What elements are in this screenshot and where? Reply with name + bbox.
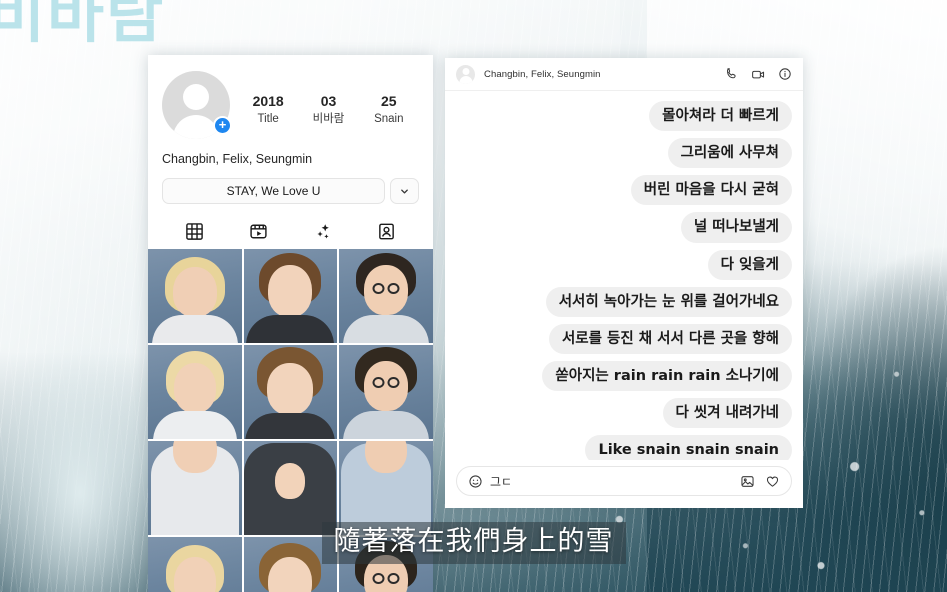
glasses-icon xyxy=(372,377,400,389)
input-actions xyxy=(740,474,780,489)
smiley-icon[interactable] xyxy=(468,474,483,489)
chat-action-icons xyxy=(725,67,792,82)
grid-photo-1[interactable] xyxy=(148,249,242,344)
glasses-icon xyxy=(372,283,400,295)
person-face xyxy=(172,267,217,318)
background-title-text: 비바람 xyxy=(0,0,166,51)
stat-item-1[interactable]: 03 비바람 xyxy=(306,93,350,127)
grid-photo-3[interactable] xyxy=(339,249,433,344)
follow-button[interactable]: STAY, We Love U xyxy=(162,178,385,205)
person-face xyxy=(268,265,313,318)
stat-number: 2018 xyxy=(252,93,284,109)
phone-call-icon[interactable] xyxy=(725,67,739,81)
profile-header-row: + 2018 Title 03 비바람 25 Snain xyxy=(162,71,419,139)
message-bubble[interactable]: 몰아쳐라 더 빠르게 xyxy=(649,101,792,132)
stat-number: 03 xyxy=(320,93,337,109)
stat-item-2[interactable]: 25 Snain xyxy=(367,93,411,127)
message-list: 몰아쳐라 더 빠르게 그리움에 사무쳐 버린 마음을 다시 굳혀 널 떠나보낼게… xyxy=(445,91,803,460)
grid-photo-5[interactable] xyxy=(243,345,338,440)
sparkles-icon[interactable] xyxy=(303,217,343,247)
message-input-bar[interactable]: 그ㄷ xyxy=(456,466,792,496)
message-bubble[interactable]: 다 잊을게 xyxy=(707,249,792,280)
direct-message-panel: Changbin, Felix, Seungmin 몰아쳐라 더 빠르게 그리움… xyxy=(445,58,803,508)
stat-label: Title xyxy=(257,112,279,125)
chat-title: Changbin, Felix, Seungmin xyxy=(484,68,601,80)
heart-icon[interactable] xyxy=(765,474,780,489)
message-bubble[interactable]: 쏟아지는 rain rain rain 소나기에 xyxy=(542,360,792,391)
glasses-icon xyxy=(372,573,400,585)
stat-label: Snain xyxy=(374,112,404,125)
message-bubble[interactable]: 버린 마음을 다시 굳혀 xyxy=(630,175,792,206)
person-body xyxy=(246,315,335,344)
grid-photo-7[interactable] xyxy=(148,441,242,536)
message-bubble[interactable]: 서로를 등진 채 서서 다른 곳을 향해 xyxy=(548,323,792,354)
chat-header: Changbin, Felix, Seungmin xyxy=(445,58,803,91)
grid-photo-2[interactable] xyxy=(243,249,338,344)
instagram-profile-panel: + 2018 Title 03 비바람 25 Snain Changbin, F… xyxy=(148,55,433,592)
reels-icon[interactable] xyxy=(238,217,278,247)
profile-top-section: + 2018 Title 03 비바람 25 Snain Changbin, F… xyxy=(148,55,433,249)
message-bubble[interactable]: 서서히 녹아가는 눈 위를 걸어가네요 xyxy=(545,286,792,317)
message-bubble[interactable]: Like snain snain snain xyxy=(585,435,792,460)
profile-tabs xyxy=(162,213,419,249)
photo-icon[interactable] xyxy=(740,474,755,489)
info-icon[interactable] xyxy=(778,67,792,81)
person-face xyxy=(173,363,216,414)
video-call-icon[interactable] xyxy=(751,67,766,82)
stat-number: 25 xyxy=(381,93,397,109)
profile-stats: 2018 Title 03 비바람 25 Snain xyxy=(238,71,419,127)
tagged-icon[interactable] xyxy=(367,217,407,247)
stat-label: 비바람 xyxy=(312,112,345,125)
person-face xyxy=(275,463,306,500)
profile-bio-name: Changbin, Felix, Seungmin xyxy=(162,152,313,166)
message-input-area: 그ㄷ xyxy=(445,460,803,508)
grid-photo-6[interactable] xyxy=(339,345,433,440)
video-subtitle: 隨著落在我們身上的雪 xyxy=(321,522,626,564)
message-bubble[interactable]: 그리움에 사무쳐 xyxy=(667,138,792,169)
grid-photo-10[interactable] xyxy=(148,537,242,592)
stat-item-0[interactable]: 2018 Title xyxy=(246,93,290,127)
message-input-text[interactable]: 그ㄷ xyxy=(490,473,733,490)
plus-badge-icon[interactable]: + xyxy=(213,116,232,135)
chevron-down-icon[interactable] xyxy=(390,178,419,205)
message-bubble[interactable]: 널 떠나보낼게 xyxy=(680,212,792,243)
profile-action-row: STAY, We Love U xyxy=(162,178,419,205)
screenshot-stage: 비바람 + 2018 Title 03 비바람 25 Snain Changbi… xyxy=(0,0,947,592)
grid-icon[interactable] xyxy=(174,217,214,247)
person-face xyxy=(267,363,314,416)
message-bubble[interactable]: 다 씻겨 내려가네 xyxy=(662,398,792,429)
default-avatar-icon xyxy=(456,64,475,84)
avatar[interactable]: + xyxy=(162,71,232,139)
grid-photo-4[interactable] xyxy=(148,345,242,440)
